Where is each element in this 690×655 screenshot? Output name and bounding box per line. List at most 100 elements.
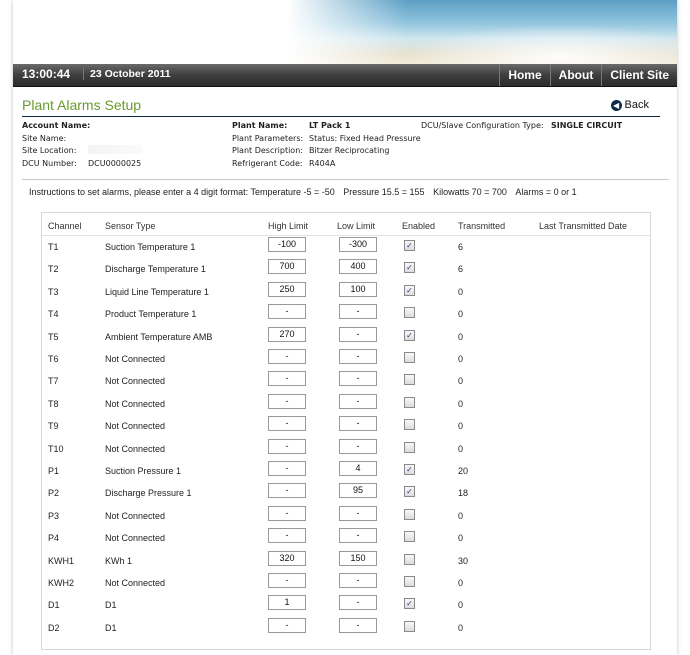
high-limit-input[interactable]: - — [268, 393, 306, 409]
high-limit-input[interactable]: - — [268, 528, 306, 544]
enabled-checkbox[interactable] — [404, 531, 415, 543]
dcu-number-label: DCU Number: — [22, 158, 77, 168]
high-limit-input[interactable]: - — [268, 349, 306, 364]
channel-cell: P2 — [48, 488, 60, 499]
low-limit-input[interactable]: - — [339, 393, 377, 409]
low-limit-input[interactable]: - — [339, 304, 377, 320]
sensor-type-cell: Liquid Line Temperature 1 — [105, 286, 209, 297]
high-limit-input[interactable]: -100 — [268, 237, 306, 252]
enabled-checkbox[interactable] — [404, 374, 415, 386]
high-limit-input[interactable]: 700 — [268, 259, 306, 275]
table-row: T7 Not Connected - - 0 — [42, 369, 650, 391]
transmitted-cell: 0 — [458, 376, 464, 387]
high-limit-input[interactable]: - — [268, 416, 306, 432]
low-limit-input[interactable]: -300 — [339, 237, 377, 252]
check-icon: ✓ — [406, 285, 413, 295]
table-row: T10 Not Connected - - 0 — [42, 437, 650, 459]
table-row: T3 Liquid Line Temperature 1 250 100 ✓ 0 — [42, 280, 650, 302]
back-button[interactable]: ◀ Back — [610, 99, 649, 111]
low-limit-input[interactable]: 150 — [339, 550, 377, 566]
table-row: P4 Not Connected - - 0 — [42, 526, 650, 548]
clock-time: 13:00:44 — [22, 67, 71, 81]
sensor-type-cell: D1 — [105, 622, 117, 633]
high-limit-input[interactable]: 1 — [268, 595, 306, 611]
enabled-checkbox[interactable] — [404, 620, 415, 632]
nav-home-link[interactable]: Home — [499, 64, 549, 86]
enabled-checkbox[interactable] — [404, 576, 415, 587]
sensor-type-cell: Not Connected — [105, 376, 166, 387]
table-row: P3 Not Connected - - 0 — [42, 504, 650, 526]
low-limit-input[interactable]: 4 — [339, 461, 377, 476]
low-limit-input[interactable]: - — [339, 617, 377, 633]
low-limit-input[interactable]: - — [339, 371, 377, 387]
account-info-column: Account Name: Site Name: Site Location: … — [22, 120, 142, 170]
nav-about-link[interactable]: About — [549, 64, 602, 86]
high-limit-input[interactable]: 270 — [268, 326, 306, 342]
low-limit-input[interactable]: - — [339, 416, 377, 432]
plant-info-column: Plant Name: LT Pack 1 Plant Parameters: … — [232, 120, 421, 170]
sensor-type-cell: Not Connected — [105, 510, 166, 521]
high-limit-input[interactable]: - — [268, 371, 306, 387]
high-limit-input[interactable]: - — [268, 304, 306, 320]
high-limit-input[interactable]: - — [268, 505, 306, 521]
nav-client-site-link[interactable]: Client Site — [601, 64, 677, 86]
enabled-checkbox[interactable]: ✓ — [404, 284, 415, 296]
low-limit-input[interactable]: - — [339, 505, 377, 521]
low-limit-input[interactable]: 100 — [339, 281, 377, 297]
refrigerant-code-label: Refrigerant Code: — [232, 158, 303, 168]
low-limit-input[interactable]: - — [339, 595, 377, 611]
header-last-transmitted-date: Last Transmitted Date — [539, 221, 628, 231]
check-icon: ✓ — [406, 241, 413, 250]
enabled-checkbox[interactable] — [404, 307, 415, 319]
plant-name-label: Plant Name: — [232, 121, 288, 130]
high-limit-input[interactable]: - — [268, 483, 306, 499]
low-limit-input[interactable]: - — [339, 349, 377, 364]
low-limit-input[interactable]: 400 — [339, 259, 377, 275]
table-row: P2 Discharge Pressure 1 - 95 ✓ 18 — [42, 481, 650, 503]
channel-cell: T9 — [48, 421, 59, 432]
sensor-type-cell: Suction Temperature 1 — [105, 242, 196, 252]
transmitted-cell: 0 — [458, 421, 464, 432]
high-limit-input[interactable]: - — [268, 438, 306, 454]
enabled-checkbox[interactable] — [404, 352, 415, 363]
nav-links: Home About Client Site — [499, 64, 677, 86]
instructions-kilowatts: Kilowatts 70 = 700 — [433, 187, 507, 197]
channel-cell: T1 — [48, 242, 59, 252]
header-sensor-type: Sensor Type — [105, 221, 156, 231]
sensor-type-cell: Not Connected — [105, 354, 166, 364]
enabled-checkbox[interactable]: ✓ — [404, 464, 415, 475]
sensor-type-cell: KWh 1 — [105, 555, 133, 566]
low-limit-input[interactable]: 95 — [339, 483, 377, 499]
refrigerant-code-value: R404A — [309, 158, 336, 168]
table-row: T1 Suction Temperature 1 -100 -300 ✓ 6 — [42, 235, 650, 257]
enabled-checkbox[interactable]: ✓ — [404, 486, 415, 498]
enabled-checkbox[interactable] — [404, 508, 415, 520]
transmitted-cell: 0 — [458, 309, 464, 320]
low-limit-input[interactable]: - — [339, 528, 377, 544]
header-transmitted: Transmitted — [458, 221, 506, 231]
high-limit-input[interactable]: - — [268, 573, 306, 588]
alarms-table: Channel Sensor Type High Limit Low Limit… — [41, 212, 651, 650]
enabled-checkbox[interactable]: ✓ — [404, 262, 415, 274]
channel-cell: KWH2 — [48, 578, 75, 588]
site-name-label: Site Name: — [22, 133, 67, 143]
enabled-checkbox[interactable] — [404, 553, 415, 565]
low-limit-input[interactable]: - — [339, 438, 377, 454]
enabled-checkbox[interactable]: ✓ — [404, 240, 415, 251]
enabled-checkbox[interactable] — [404, 441, 415, 453]
enabled-checkbox[interactable] — [404, 419, 415, 431]
high-limit-input[interactable]: 320 — [268, 550, 306, 566]
high-limit-input[interactable]: - — [268, 617, 306, 633]
enabled-checkbox[interactable] — [404, 396, 415, 408]
sensor-type-cell: Not Connected — [105, 443, 166, 454]
sensor-type-cell: Not Connected — [105, 533, 166, 544]
high-limit-input[interactable]: 250 — [268, 281, 306, 297]
enabled-checkbox[interactable]: ✓ — [404, 329, 415, 341]
high-limit-input[interactable]: - — [268, 461, 306, 476]
enabled-checkbox[interactable]: ✓ — [404, 598, 415, 610]
low-limit-input[interactable]: - — [339, 573, 377, 588]
table-row: T8 Not Connected - - 0 — [42, 392, 650, 414]
low-limit-input[interactable]: - — [339, 326, 377, 342]
channel-cell: T2 — [48, 264, 59, 275]
plant-parameters-value: Status: Fixed Head Pressure — [309, 133, 421, 143]
